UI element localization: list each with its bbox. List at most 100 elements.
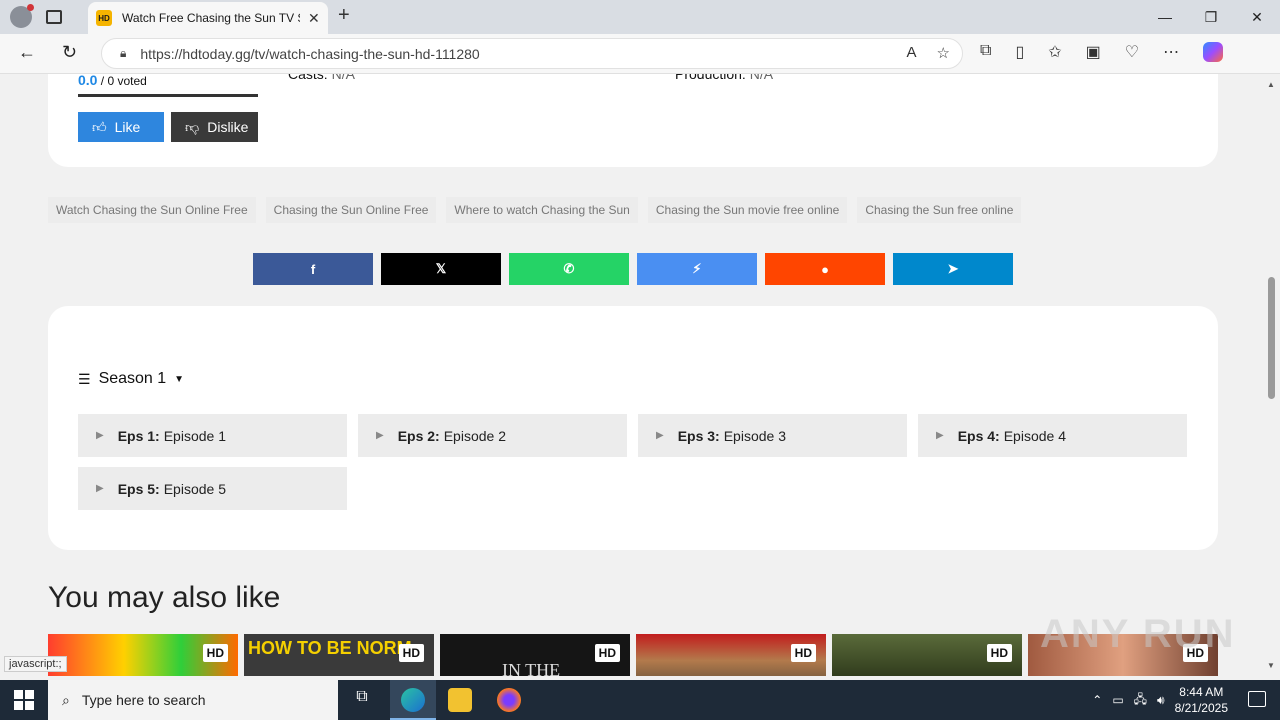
rating: 0.0 / 0 voted: [78, 74, 147, 88]
volume-icon[interactable]: 🔊︎: [1157, 693, 1165, 708]
firefox-icon[interactable]: [497, 688, 521, 712]
file-explorer-icon[interactable]: [448, 688, 472, 712]
dislike-label: Dislike: [207, 119, 249, 135]
taskbar-search[interactable]: ⌕ Type here to search: [48, 680, 338, 720]
poster-card[interactable]: HD: [48, 634, 238, 676]
detail-card: 0.0 / 0 voted Casts: N/A Production: N/A…: [48, 74, 1218, 167]
system-tray: ⌃ ▭ 🖧︎ 🔊︎ 8:44 AM 8/21/2025: [1092, 680, 1228, 720]
search-icon: ⌕: [62, 691, 70, 708]
episode-number: Eps 2:: [397, 427, 440, 444]
tab-close-icon[interactable]: ✕: [308, 10, 320, 27]
like-label: Like: [114, 119, 141, 135]
page-scrollbar[interactable]: ▲ ▼: [1264, 74, 1280, 676]
address-bar[interactable]: 🔒︎ https://hdtoday.gg/tv/watch-chasing-t…: [101, 38, 963, 69]
thumbs-down-icon: 👎︎: [185, 118, 200, 135]
thumbs-up-icon: 👍︎: [92, 118, 107, 135]
season-dropdown[interactable]: ☰ Season 1 ▼: [78, 370, 184, 388]
more-menu-icon[interactable]: ⋯: [1163, 42, 1179, 62]
poster-title-art: HOW TO BE NORM: [248, 638, 412, 658]
episode-title: Episode 1: [163, 427, 226, 444]
episode-title: Episode 3: [723, 427, 786, 444]
episode-item[interactable]: ▶ Eps 1: Episode 1: [78, 414, 347, 457]
like-button[interactable]: 👍︎ Like: [78, 112, 164, 142]
windows-taskbar: ⌕ Type here to search ⧉ ⌃ ▭ 🖧︎ 🔊︎ 8:44 A…: [0, 680, 1280, 720]
read-aloud-icon[interactable]: A: [907, 44, 917, 62]
scroll-up-icon[interactable]: ▲: [1267, 80, 1275, 89]
scroll-down-icon[interactable]: ▼: [1267, 661, 1275, 670]
profile-icon[interactable]: [10, 4, 34, 28]
play-icon: ▶: [96, 483, 104, 494]
poster-card[interactable]: IN THE HD: [440, 634, 630, 676]
browser-tab-bar: HD Watch Free Chasing the Sun TV Sh ✕ + …: [0, 0, 1280, 34]
episode-number: Eps 4:: [957, 427, 1000, 444]
rating-value: 0.0: [78, 74, 98, 88]
site-favicon-icon: HD: [96, 10, 112, 26]
refresh-icon[interactable]: ↻: [62, 42, 77, 63]
episode-title: Episode 4: [1003, 427, 1066, 444]
battery-icon[interactable]: ▭: [1112, 693, 1123, 707]
taskbar-clock[interactable]: 8:44 AM 8/21/2025: [1175, 684, 1228, 716]
toolbar-icons: ⧉ ▯ ✩ ▣ ♡ ⋯: [980, 42, 1224, 62]
minimize-icon[interactable]: —: [1142, 0, 1188, 34]
episode-item[interactable]: ▶ Eps 5: Episode 5: [78, 467, 347, 510]
favorite-star-icon[interactable]: ☆: [937, 44, 950, 62]
poster-card[interactable]: HD: [636, 634, 826, 676]
copilot-icon[interactable]: [1203, 42, 1224, 62]
tag[interactable]: Chasing the Sun movie free online: [647, 197, 848, 223]
list-icon: ☰: [78, 370, 91, 387]
telegram-icon: ➤: [947, 261, 959, 276]
episode-item[interactable]: ▶ Eps 2: Episode 2: [358, 414, 627, 457]
episode-item[interactable]: ▶ Eps 3: Episode 3: [638, 414, 907, 457]
poster-card[interactable]: HD: [832, 634, 1022, 676]
poster-card[interactable]: HOW TO BE NORM HD: [244, 634, 434, 676]
season-label: Season 1: [98, 370, 167, 387]
caret-down-icon: ▼: [174, 373, 185, 385]
restore-icon[interactable]: ❐: [1188, 0, 1234, 34]
share-facebook-button[interactable]: f: [253, 253, 373, 285]
share-x-button[interactable]: 𝕏: [381, 253, 501, 285]
play-icon: ▶: [936, 430, 944, 441]
browser-essentials-icon[interactable]: ♡: [1125, 42, 1139, 62]
network-icon[interactable]: 🖧︎: [1134, 690, 1147, 711]
messenger-icon: ⚡︎: [692, 261, 702, 276]
address-bar-actions: A ☆: [907, 44, 950, 62]
section-heading: You may also like: [48, 581, 281, 614]
tag[interactable]: Where to watch Chasing the Sun: [446, 197, 638, 223]
extensions-icon[interactable]: ⧉: [980, 42, 991, 62]
url-text[interactable]: https://hdtoday.gg/tv/watch-chasing-the-…: [140, 46, 479, 62]
hd-badge: HD: [594, 644, 620, 662]
dislike-button[interactable]: 👎︎ Dislike: [171, 112, 258, 142]
share-messenger-button[interactable]: ⚡︎: [637, 253, 757, 285]
split-screen-icon[interactable]: ▯: [1015, 42, 1024, 62]
lock-icon[interactable]: 🔒︎: [120, 46, 126, 61]
tag[interactable]: Watch Chasing the Sun Online Free: [48, 197, 256, 223]
collections-icon[interactable]: ▣: [1086, 42, 1101, 62]
favorites-icon[interactable]: ✩: [1048, 42, 1061, 62]
close-window-icon[interactable]: ✕: [1234, 0, 1280, 34]
page-viewport: 0.0 / 0 voted Casts: N/A Production: N/A…: [0, 74, 1264, 676]
tag[interactable]: Chasing the Sun Online Free: [265, 197, 437, 223]
tab-active[interactable]: HD Watch Free Chasing the Sun TV Sh ✕: [88, 2, 328, 34]
task-view-icon[interactable]: ⧉: [350, 688, 374, 712]
episode-title: Episode 2: [443, 427, 506, 444]
tag[interactable]: Chasing the Sun free online: [857, 197, 1022, 223]
back-icon[interactable]: ←: [18, 42, 36, 63]
episode-item[interactable]: ▶ Eps 4: Episode 4: [918, 414, 1187, 457]
share-reddit-button[interactable]: ●: [765, 253, 885, 285]
show-hidden-icons-icon[interactable]: ⌃: [1092, 693, 1102, 707]
share-whatsapp-button[interactable]: ✆: [509, 253, 629, 285]
windows-start-icon[interactable]: [14, 690, 34, 710]
production-value: N/A: [749, 74, 774, 82]
play-icon: ▶: [376, 430, 384, 441]
new-tab-icon[interactable]: +: [338, 4, 350, 27]
taskbar-edge-active[interactable]: [390, 680, 436, 720]
share-buttons: f 𝕏 ✆ ⚡︎ ● ➤: [253, 253, 1013, 285]
tab-actions-icon[interactable]: [46, 10, 62, 24]
notifications-icon[interactable]: [1248, 691, 1266, 707]
share-telegram-button[interactable]: ➤: [893, 253, 1013, 285]
episodes-card: ☰ Season 1 ▼ ▶ Eps 1: Episode 1 ▶ Eps 2:…: [48, 306, 1218, 550]
play-icon: ▶: [96, 430, 104, 441]
production-row: Production: N/A: [675, 74, 773, 82]
episode-title: Episode 5: [163, 480, 226, 497]
scroll-thumb[interactable]: [1268, 277, 1275, 399]
